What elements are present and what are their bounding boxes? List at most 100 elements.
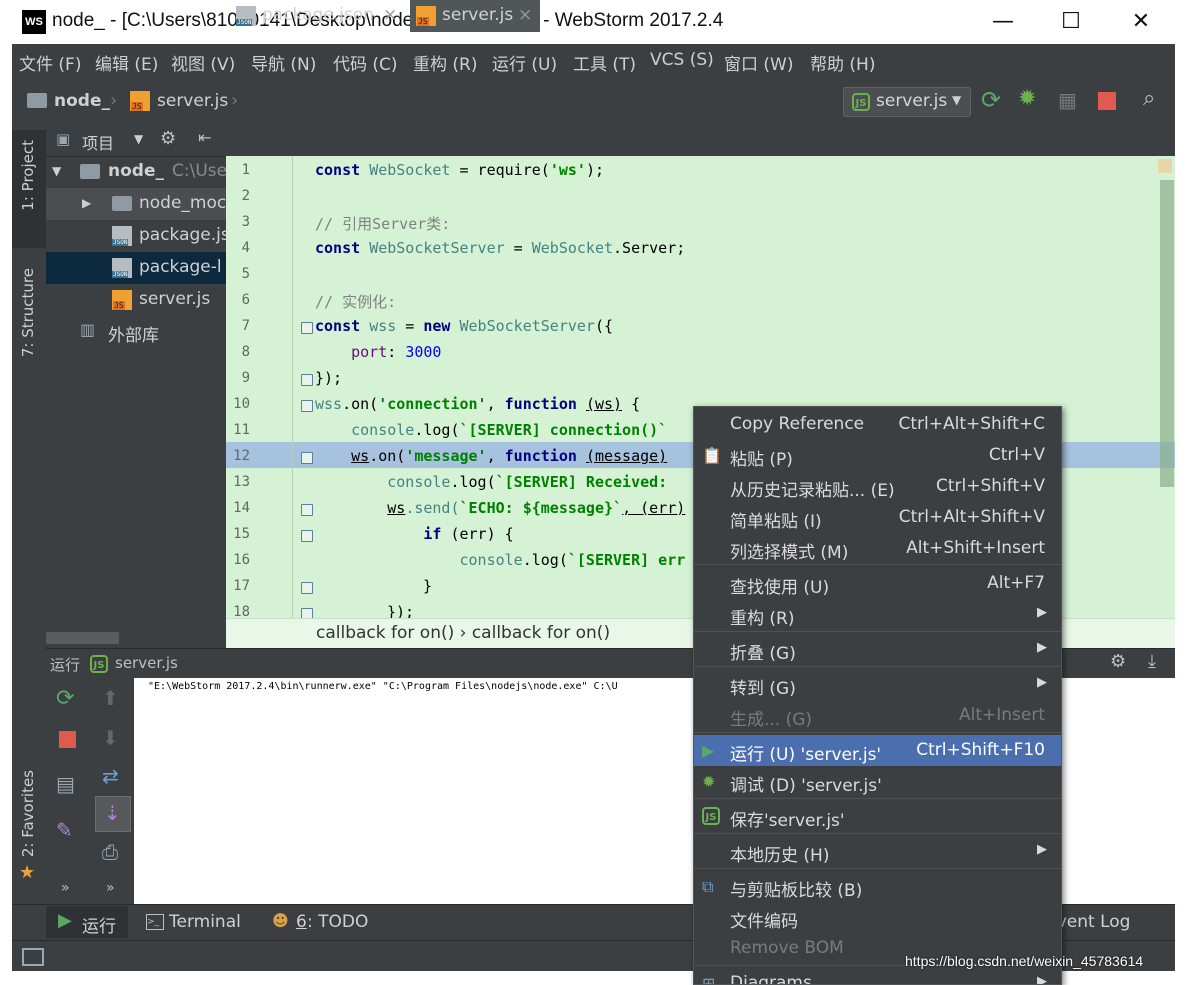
- tree-item-package-lock[interactable]: package-l: [46, 252, 226, 284]
- collapse-icon[interactable]: ⇤: [198, 128, 211, 147]
- tree-item-label: server.js: [139, 289, 211, 309]
- gear-icon[interactable]: ⚙: [160, 128, 176, 149]
- code-token: =: [396, 317, 424, 335]
- menu-item-refactor[interactable]: 重构 (R) ▶: [694, 599, 1061, 630]
- more-icon[interactable]: »: [61, 880, 70, 896]
- more-icon[interactable]: »: [106, 880, 115, 896]
- debug-bug-icon[interactable]: ✹: [1018, 86, 1036, 111]
- maximize-button[interactable]: ☐: [1036, 0, 1106, 44]
- up-arrow-icon[interactable]: ⬆: [102, 686, 119, 710]
- run-toolbar: ⟳ ⬆ ⬇ ⇄ ▤ ⇣ ✎ ⎙ » »: [46, 678, 134, 904]
- line-number: 16: [233, 552, 250, 568]
- down-arrow-icon[interactable]: ⬇: [102, 726, 119, 750]
- fold-marker-icon[interactable]: [301, 504, 313, 516]
- tool-tab-project-active[interactable]: 1: Project: [12, 130, 46, 248]
- hide-panel-icon[interactable]: ⤓: [1148, 651, 1156, 672]
- chevron-down-icon[interactable]: ▼: [134, 132, 143, 146]
- run-panel-config[interactable]: server.js: [115, 654, 178, 672]
- tool-tab-terminal[interactable]: >_ Terminal: [140, 906, 250, 938]
- fold-marker-icon[interactable]: [301, 452, 313, 464]
- menu-item-paste-simple[interactable]: 简单粘贴 (I) Ctrl+Alt+Shift+V: [694, 502, 1061, 533]
- code-line-11: console.log(`[SERVER] connection()`: [315, 421, 667, 439]
- tree-item-node-modules[interactable]: ▶ node_moc: [46, 188, 226, 220]
- menu-run[interactable]: 运行 (U): [492, 50, 557, 75]
- fold-marker-icon[interactable]: [301, 374, 313, 386]
- menu-item-copy-reference[interactable]: Copy Reference Ctrl+Alt+Shift+C: [694, 409, 1061, 440]
- menu-item-local-history[interactable]: 本地历史 (H) ▶: [694, 836, 1061, 867]
- toggle-tool-windows-icon[interactable]: [22, 948, 44, 966]
- menu-file[interactable]: 文件 (F): [19, 50, 81, 75]
- folder-icon: [112, 196, 132, 211]
- editor-vertical-scrollbar[interactable]: [1160, 180, 1174, 487]
- tool-tab-todo[interactable]: ☻ 6 : TODO: [270, 906, 380, 938]
- code-token: 'connection': [378, 395, 487, 413]
- menu-item-paste[interactable]: 📋 粘贴 (P) Ctrl+V: [694, 440, 1061, 471]
- close-tab-icon[interactable]: ×: [518, 5, 532, 25]
- menu-refactor[interactable]: 重构 (R): [413, 50, 477, 75]
- tree-item-package-json[interactable]: package.js: [46, 220, 230, 252]
- scroll-to-end-icon[interactable]: ⇣: [95, 796, 131, 832]
- menu-item-label: 从历史记录粘贴... (E): [730, 481, 895, 501]
- menu-edit[interactable]: 编辑 (E): [95, 50, 158, 75]
- code-token: `[SERVER] err: [567, 551, 686, 569]
- project-panel-title[interactable]: 项目: [82, 130, 114, 154]
- soft-wrap-icon[interactable]: ⇄: [102, 764, 119, 788]
- menu-item-goto[interactable]: 转到 (G) ▶: [694, 669, 1061, 700]
- stop-icon[interactable]: [1098, 92, 1116, 110]
- breadcrumb-project[interactable]: node_: [54, 91, 110, 111]
- tool-tab-favorites[interactable]: 2: Favorites: [19, 770, 37, 857]
- fold-marker-icon[interactable]: [301, 322, 313, 334]
- menu-item-save-server-js[interactable]: JS 保存'server.js': [694, 801, 1061, 832]
- menu-window[interactable]: 窗口 (W): [724, 50, 793, 75]
- code-token: {: [622, 395, 641, 413]
- breadcrumb-file[interactable]: server.js: [157, 91, 228, 111]
- search-icon[interactable]: ⌕: [1143, 86, 1155, 111]
- rerun-icon[interactable]: ⟳: [981, 86, 1001, 114]
- menu-item-debug-server-js[interactable]: ✹ 调试 (D) 'server.js': [694, 766, 1061, 797]
- fold-marker-icon[interactable]: [301, 582, 313, 594]
- tree-item-label: 外部库: [108, 326, 159, 346]
- menu-item-shortcut: Ctrl+Shift+F10: [916, 740, 1045, 760]
- close-button[interactable]: ✕: [1106, 0, 1176, 44]
- fold-marker-icon[interactable]: [301, 400, 313, 412]
- pin-icon[interactable]: ✎: [56, 818, 73, 842]
- rerun-icon[interactable]: ⟳: [56, 686, 74, 711]
- menu-view[interactable]: 视图 (V): [171, 50, 235, 75]
- stop-icon[interactable]: [59, 731, 76, 748]
- print-icon[interactable]: ⎙: [102, 840, 118, 864]
- tab-package-json[interactable]: package.json ×: [232, 0, 408, 32]
- menu-tools[interactable]: 工具 (T): [573, 50, 636, 75]
- menu-item-column-selection[interactable]: 列选择模式 (M) Alt+Shift+Insert: [694, 533, 1061, 564]
- horizontal-scrollbar[interactable]: [46, 632, 119, 644]
- coverage-icon[interactable]: ▦: [1058, 88, 1077, 112]
- menu-code[interactable]: 代码 (C): [333, 50, 398, 75]
- menu-vcs[interactable]: VCS (S): [650, 50, 714, 70]
- menu-item-compare-clipboard[interactable]: ⧉ 与剪贴板比较 (B): [694, 871, 1061, 902]
- close-tab-icon[interactable]: ×: [383, 5, 397, 25]
- layout-icon[interactable]: ▤: [56, 772, 75, 796]
- menu-item-shortcut: Ctrl+Shift+V: [935, 476, 1045, 496]
- menu-item-diagrams[interactable]: ⊞ Diagrams ▶: [694, 968, 1061, 984]
- tab-server-js[interactable]: server.js ×: [410, 0, 540, 32]
- nodejs-icon: JS: [852, 93, 870, 111]
- menu-item-folding[interactable]: 折叠 (G) ▶: [694, 634, 1061, 665]
- fold-marker-icon[interactable]: [301, 530, 313, 542]
- menu-item-file-encoding[interactable]: 文件编码: [694, 902, 1061, 933]
- menu-navigate[interactable]: 导航 (N): [251, 50, 316, 75]
- inspection-status-icon[interactable]: [1158, 159, 1172, 173]
- tree-item-external-libraries[interactable]: ▥ 外部库: [46, 316, 226, 348]
- fold-marker-icon[interactable]: [301, 608, 313, 618]
- minimize-button[interactable]: —: [968, 0, 1038, 44]
- run-config-dropdown[interactable]: JS server.js ▼: [843, 87, 971, 117]
- menu-item-find-usages[interactable]: 查找使用 (U) Alt+F7: [694, 568, 1061, 599]
- gear-icon[interactable]: ⚙: [1110, 651, 1126, 672]
- editor-breadcrumb-text[interactable]: callback for on() › callback for on(): [316, 623, 610, 643]
- tool-tab-structure[interactable]: 7: Structure: [19, 268, 37, 357]
- tool-tab-run[interactable]: ▶ 运行: [46, 906, 128, 938]
- tree-item-server-js[interactable]: server.js: [46, 284, 226, 316]
- menu-item-paste-from-history[interactable]: 从历史记录粘贴... (E) Ctrl+Shift+V: [694, 471, 1061, 502]
- tree-item-root[interactable]: ▼ node_ C:\Use: [46, 156, 227, 188]
- menu-item-run-server-js[interactable]: ▶ 运行 (U) 'server.js' Ctrl+Shift+F10: [694, 735, 1061, 766]
- menu-item-shortcut: Ctrl+V: [988, 445, 1045, 465]
- menu-help[interactable]: 帮助 (H): [810, 50, 875, 75]
